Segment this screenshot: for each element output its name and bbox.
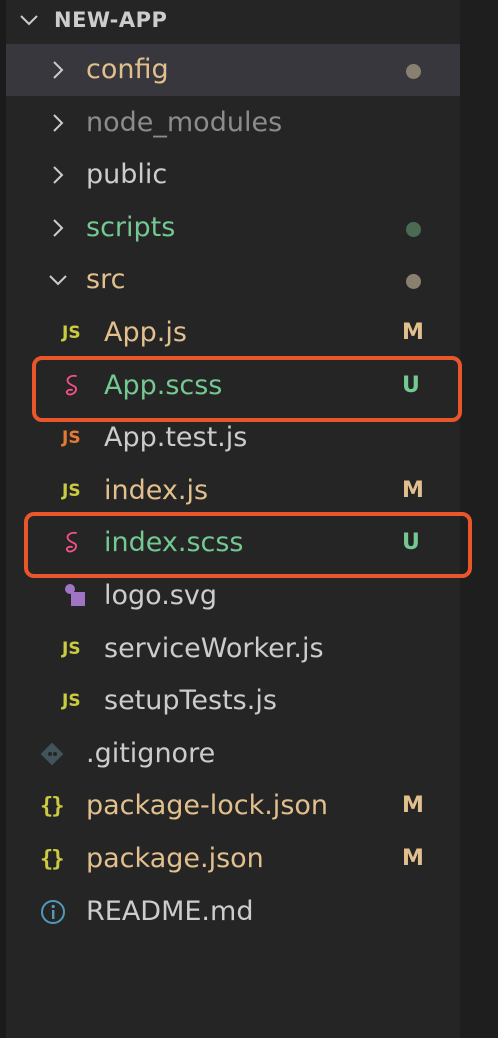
chevron-down-icon <box>20 15 38 26</box>
item-label: index.js <box>104 475 209 506</box>
folder-item-scripts[interactable]: scripts <box>6 202 460 254</box>
file-item-package-lock-json[interactable]: {} package-lock.json M <box>6 780 460 832</box>
chevron-right-icon <box>53 219 64 237</box>
item-label: public <box>86 159 168 190</box>
git-status-badge: M <box>402 478 424 503</box>
item-label: setupTests.js <box>104 685 277 716</box>
chevron-right-icon <box>53 61 64 79</box>
item-label: App.js <box>104 317 187 348</box>
file-item-setuptests-js[interactable]: JS setupTests.js <box>6 675 460 727</box>
git-status-badge: M <box>402 793 424 818</box>
item-label: .gitignore <box>86 738 216 769</box>
git-status-badge: M <box>402 320 424 345</box>
item-label: node_modules <box>86 107 283 138</box>
item-label: logo.svg <box>104 580 217 611</box>
chevron-down-icon <box>49 275 67 286</box>
item-label: App.test.js <box>104 422 248 453</box>
item-label: package.json <box>86 843 264 874</box>
javascript-icon: JS <box>62 481 81 501</box>
item-label: config <box>86 54 169 85</box>
git-status-dot <box>406 64 421 79</box>
info-icon <box>40 899 70 925</box>
svg-icon <box>62 583 92 609</box>
json-icon: {} <box>40 793 64 819</box>
javascript-icon: JS <box>62 323 81 343</box>
file-item-gitignore[interactable]: .gitignore <box>6 728 460 780</box>
file-item-app-js[interactable]: JS App.js M <box>6 307 460 359</box>
folder-item-src[interactable]: src <box>6 254 460 306</box>
item-label: package-lock.json <box>86 790 329 821</box>
annotation-box-app-scss <box>32 356 462 422</box>
folder-item-config[interactable]: config <box>6 44 460 96</box>
item-label: scripts <box>86 212 176 243</box>
annotation-box-index-scss <box>24 512 472 578</box>
git-status-dot <box>406 274 421 289</box>
git-status-badge: M <box>402 846 424 871</box>
item-label: src <box>86 264 126 295</box>
chevron-right-icon <box>53 114 64 132</box>
folder-item-public[interactable]: public <box>6 149 460 201</box>
chevron-right-icon <box>53 166 64 184</box>
git-icon <box>40 741 70 767</box>
javascript-test-icon: JS <box>62 428 81 448</box>
explorer-section-header[interactable]: NEW-APP <box>6 0 460 40</box>
project-title: NEW-APP <box>54 8 168 32</box>
javascript-icon: JS <box>62 691 81 711</box>
item-label: serviceWorker.js <box>104 633 324 664</box>
json-icon: {} <box>40 846 64 872</box>
folder-item-node-modules[interactable]: node_modules <box>6 97 460 149</box>
file-item-package-json[interactable]: {} package.json M <box>6 833 460 885</box>
file-item-serviceworker-js[interactable]: JS serviceWorker.js <box>6 623 460 675</box>
item-label: README.md <box>86 896 254 927</box>
file-item-readme-md[interactable]: README.md <box>6 886 460 938</box>
javascript-icon: JS <box>62 639 81 659</box>
git-status-dot <box>406 222 421 237</box>
file-item-index-js[interactable]: JS index.js M <box>6 465 460 517</box>
